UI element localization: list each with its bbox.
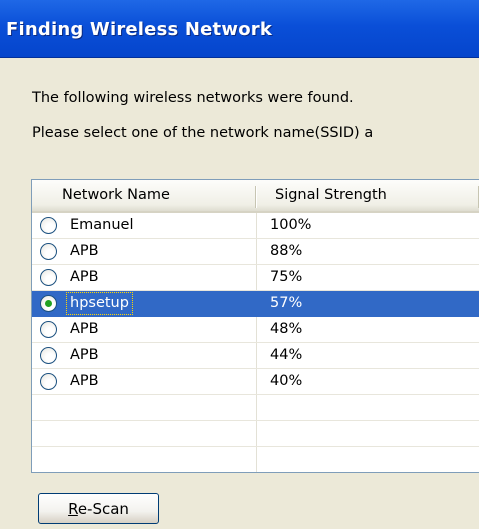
radio-button[interactable] [40,217,57,234]
empty-row [32,395,479,421]
window-title: Finding Wireless Network [6,19,273,40]
network-name: APB [70,269,99,285]
radio-button[interactable] [40,243,57,260]
network-row[interactable]: APB 75% [32,265,479,291]
network-name: APB [70,347,99,363]
radio-button[interactable] [40,269,57,286]
signal-strength: 57% [270,295,303,311]
select-network-instruction: Please select one of the network name(SS… [32,125,374,141]
radio-button-selected[interactable] [40,295,57,312]
signal-strength: 44% [270,347,303,363]
network-row[interactable]: APB 48% [32,317,479,343]
radio-button[interactable] [40,347,57,364]
radio-button[interactable] [40,321,57,338]
network-row[interactable]: APB 40% [32,369,479,395]
network-row[interactable]: APB 88% [32,239,479,265]
empty-row [32,421,479,447]
network-row[interactable]: Emanuel 100% [32,213,479,239]
column-header-network-name[interactable]: Network Name [32,180,256,211]
network-name: APB [70,243,99,259]
networks-found-message: The following wireless networks were fou… [32,90,354,106]
list-header: Network Name Signal Strength [32,180,479,213]
radio-button[interactable] [40,373,57,390]
network-name: APB [70,373,99,389]
network-name: Emanuel [70,217,134,233]
empty-row [32,447,479,472]
signal-strength: 48% [270,321,303,337]
network-name: APB [70,321,99,337]
rescan-mnemonic: R [68,499,78,518]
network-row[interactable]: APB 44% [32,343,479,369]
signal-strength: 88% [270,243,303,259]
signal-strength: 40% [270,373,303,389]
column-header-signal-strength[interactable]: Signal Strength [257,180,479,211]
network-row-selected[interactable]: hpsetup 57% [32,291,479,317]
rescan-label: e-Scan [77,499,129,518]
rescan-button[interactable]: Re-Scan [38,493,159,524]
signal-strength: 75% [270,269,303,285]
signal-strength: 100% [270,217,312,233]
title-bar: Finding Wireless Network [0,0,479,58]
network-name: hpsetup [65,291,134,316]
network-list[interactable]: Network Name Signal Strength Emanuel 100… [31,179,479,473]
